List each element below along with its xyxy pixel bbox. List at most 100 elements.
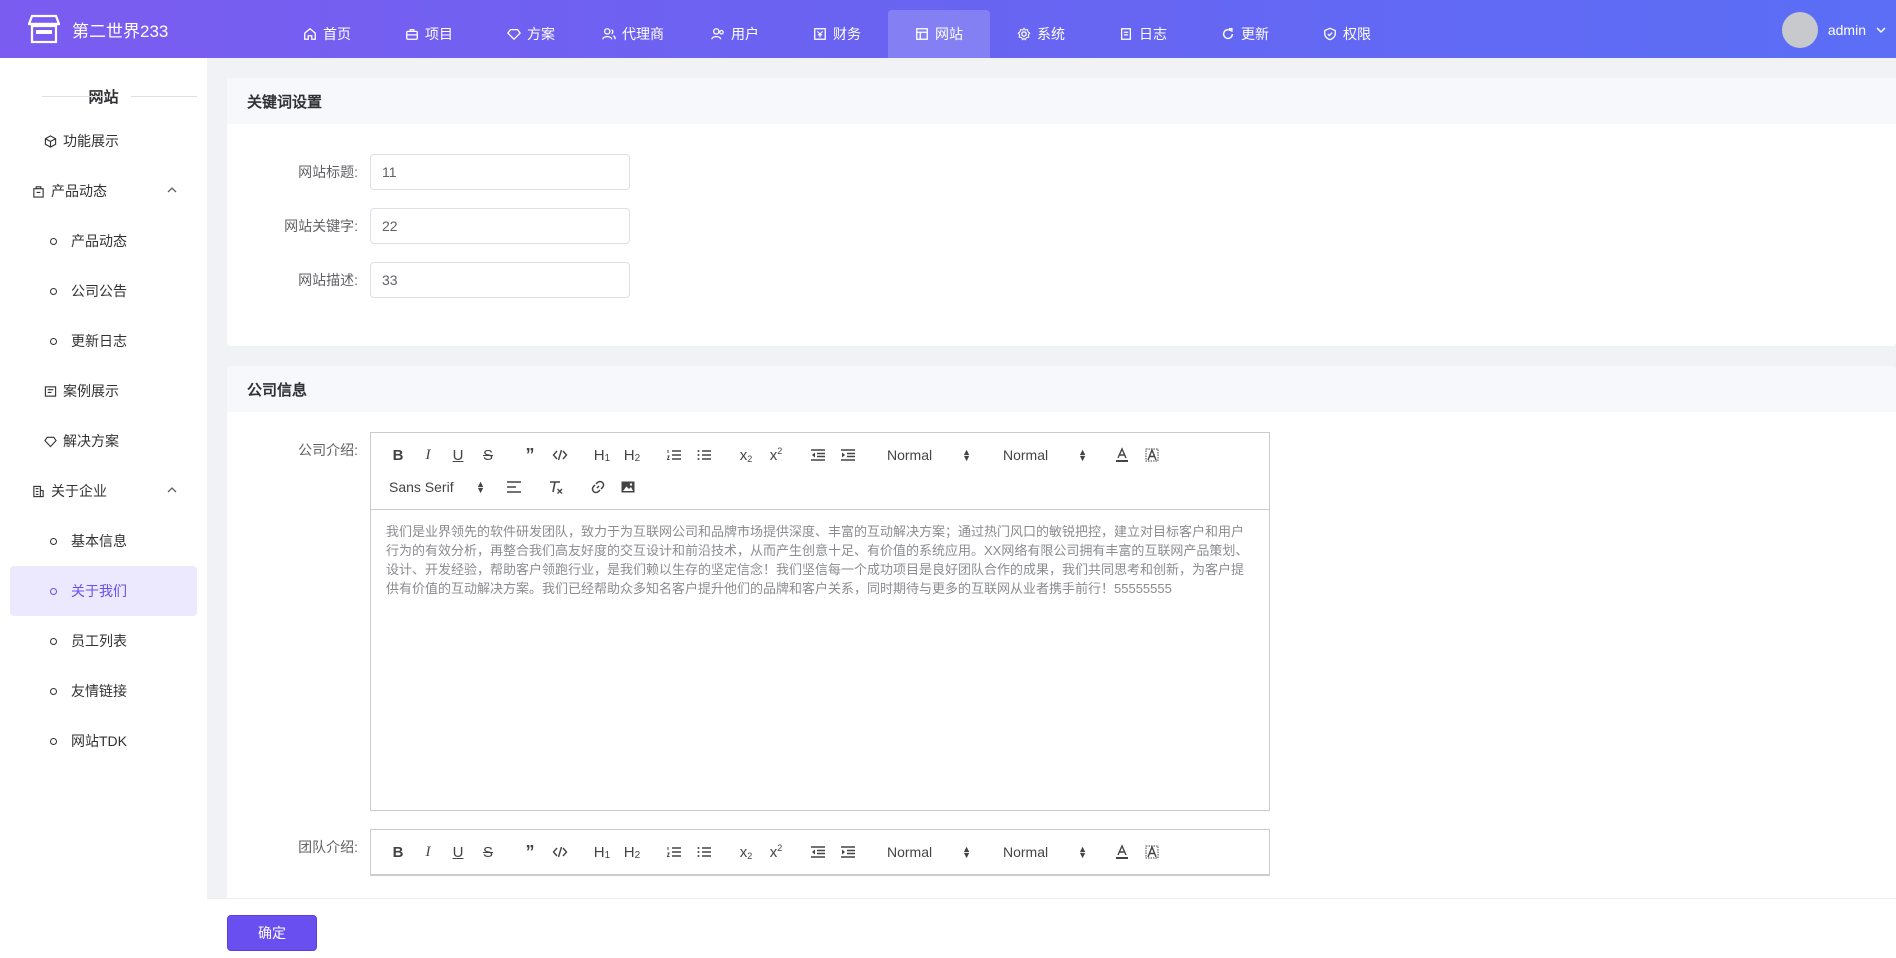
outdent-button[interactable]: [803, 840, 833, 864]
sidebar-item-basic-info[interactable]: 基本信息: [10, 516, 197, 566]
font-color-button[interactable]: [1107, 443, 1137, 467]
nav-item-system[interactable]: 系统: [990, 10, 1092, 58]
italic-button[interactable]: I: [413, 840, 443, 864]
nav-item-projects[interactable]: 项目: [378, 10, 480, 58]
site-title-input[interactable]: 11: [370, 154, 630, 190]
underline-button[interactable]: U: [443, 443, 473, 467]
nav-item-agents[interactable]: 代理商: [582, 10, 684, 58]
sidebar-item-solutions[interactable]: 解决方案: [10, 416, 197, 466]
code-block-button[interactable]: [545, 443, 575, 467]
subscript-button[interactable]: x2: [731, 840, 761, 864]
indent-button[interactable]: [833, 443, 863, 467]
sidebar-item-changelog[interactable]: 更新日志: [10, 316, 197, 366]
sidebar-item-site-tdk[interactable]: 网站TDK: [10, 716, 197, 766]
nav-item-website[interactable]: 网站: [888, 10, 990, 58]
picker-value: Normal: [1003, 447, 1049, 463]
blockquote-button[interactable]: ”: [515, 443, 545, 467]
updown-icon: ▲ ▼: [962, 844, 971, 860]
site-keywords-input[interactable]: 22: [370, 208, 630, 244]
strike-button[interactable]: S: [473, 443, 503, 467]
bullet-list-button[interactable]: [689, 443, 719, 467]
background-color-button[interactable]: [1137, 840, 1167, 864]
sidebar-item-label: 功能展示: [63, 133, 119, 149]
company-info-card: 公司信息 公司介绍: B I U S ” H1 H2 x 2 x 2 Norma…: [227, 366, 1896, 926]
sidebar-item-announcements[interactable]: 公司公告: [10, 266, 197, 316]
background-color-button[interactable]: [1137, 443, 1167, 467]
field-label: 团队介绍:: [298, 839, 358, 855]
case-icon: [44, 385, 57, 397]
strike-button[interactable]: S: [473, 840, 503, 864]
h1-button[interactable]: H1: [587, 443, 617, 467]
nav-label: 网站: [935, 26, 963, 42]
nav-item-update[interactable]: 更新: [1194, 10, 1296, 58]
h2-button[interactable]: H2: [617, 840, 647, 864]
indent-button[interactable]: [833, 840, 863, 864]
h2-button[interactable]: H2: [617, 443, 647, 467]
font-family-picker[interactable]: Sans Serif ▲ ▼: [383, 475, 493, 499]
username: admin: [1827, 22, 1866, 38]
size-picker[interactable]: Normal ▲ ▼: [869, 840, 979, 864]
field-label: 网站标题:: [298, 164, 358, 180]
sidebar-item-features[interactable]: 功能展示: [10, 116, 197, 166]
nav-item-log[interactable]: 日志: [1092, 10, 1194, 58]
font-color-icon: [1116, 447, 1128, 462]
code-icon: [552, 449, 568, 461]
sidebar-item-label: 公司公告: [71, 283, 127, 299]
underline-button[interactable]: U: [443, 840, 473, 864]
bullet-icon: [50, 287, 57, 295]
sidebar-item-product-news[interactable]: 产品动态: [10, 216, 197, 266]
user-menu[interactable]: admin: [1781, 12, 1886, 48]
clear-format-button[interactable]: [541, 475, 571, 499]
code-block-button[interactable]: [545, 840, 575, 864]
bullet-list-button[interactable]: [689, 840, 719, 864]
blockquote-button[interactable]: ”: [515, 840, 545, 864]
card-title: 公司信息: [227, 366, 1896, 412]
nav-item-finance[interactable]: 财务: [786, 10, 888, 58]
sidebar-item-friend-links[interactable]: 友情链接: [10, 666, 197, 716]
size-picker[interactable]: Normal ▲ ▼: [869, 443, 979, 467]
field-label: 网站描述:: [298, 272, 358, 288]
picker-value: Normal: [887, 447, 933, 463]
image-button[interactable]: [613, 475, 643, 499]
h1-button[interactable]: H1: [587, 840, 617, 864]
logo[interactable]: 第二世界233: [28, 14, 168, 44]
site-description-input[interactable]: 33: [370, 262, 630, 298]
outdent-button[interactable]: [803, 443, 833, 467]
superscript-button[interactable]: x2: [761, 443, 791, 467]
font-color-button[interactable]: [1107, 840, 1137, 864]
bullet-icon: [50, 687, 57, 695]
superscript-button[interactable]: x2: [761, 840, 791, 864]
log-icon: [1120, 28, 1132, 40]
align-button[interactable]: [499, 475, 529, 499]
nav-item-home[interactable]: 首页: [276, 10, 378, 58]
sidebar-item-label: 友情链接: [71, 683, 127, 699]
sidebar-item-cases[interactable]: 案例展示: [10, 366, 197, 416]
nav-item-users[interactable]: 用户: [684, 10, 786, 58]
ordered-list-button[interactable]: [659, 840, 689, 864]
nav-item-permissions[interactable]: 权限: [1296, 10, 1398, 58]
nav-item-solutions[interactable]: 方案: [480, 10, 582, 58]
header-picker[interactable]: Normal ▲ ▼: [985, 443, 1095, 467]
italic-button[interactable]: I: [413, 443, 443, 467]
bold-button[interactable]: B: [383, 840, 413, 864]
outdent-icon: [811, 449, 825, 461]
editor-content[interactable]: 我们是业界领先的软件研发团队，致力于为互联网公司和品牌市场提供深度、丰富的互动解…: [371, 510, 1269, 810]
bullet-icon: [50, 537, 57, 545]
header-picker[interactable]: Normal ▲ ▼: [985, 840, 1095, 864]
bold-button[interactable]: B: [383, 443, 413, 467]
top-header: 第二世界233 首页 项目 方案 代理商 用户 财务 网站 系统 日志 更新 权…: [0, 0, 1896, 58]
ordered-list-button[interactable]: [659, 443, 689, 467]
link-button[interactable]: [583, 475, 613, 499]
code-icon: [552, 846, 568, 858]
diamond-icon: [44, 436, 57, 447]
sidebar-group-product-news[interactable]: 产品动态: [10, 166, 197, 216]
sidebar-item-about-us[interactable]: 关于我们: [10, 566, 197, 616]
confirm-button[interactable]: 确定: [227, 915, 317, 951]
link-icon: [591, 480, 605, 494]
sidebar-item-staff-list[interactable]: 员工列表: [10, 616, 197, 666]
sidebar-group-about[interactable]: 关于企业: [10, 466, 197, 516]
avatar[interactable]: [1781, 12, 1818, 48]
subscript-button[interactable]: x2: [731, 443, 761, 467]
sidebar-item-label: 网站TDK: [71, 733, 127, 749]
keywords-card: 关键词设置 网站标题: 11 网站关键字: 22 网站描述: 33: [227, 78, 1896, 346]
